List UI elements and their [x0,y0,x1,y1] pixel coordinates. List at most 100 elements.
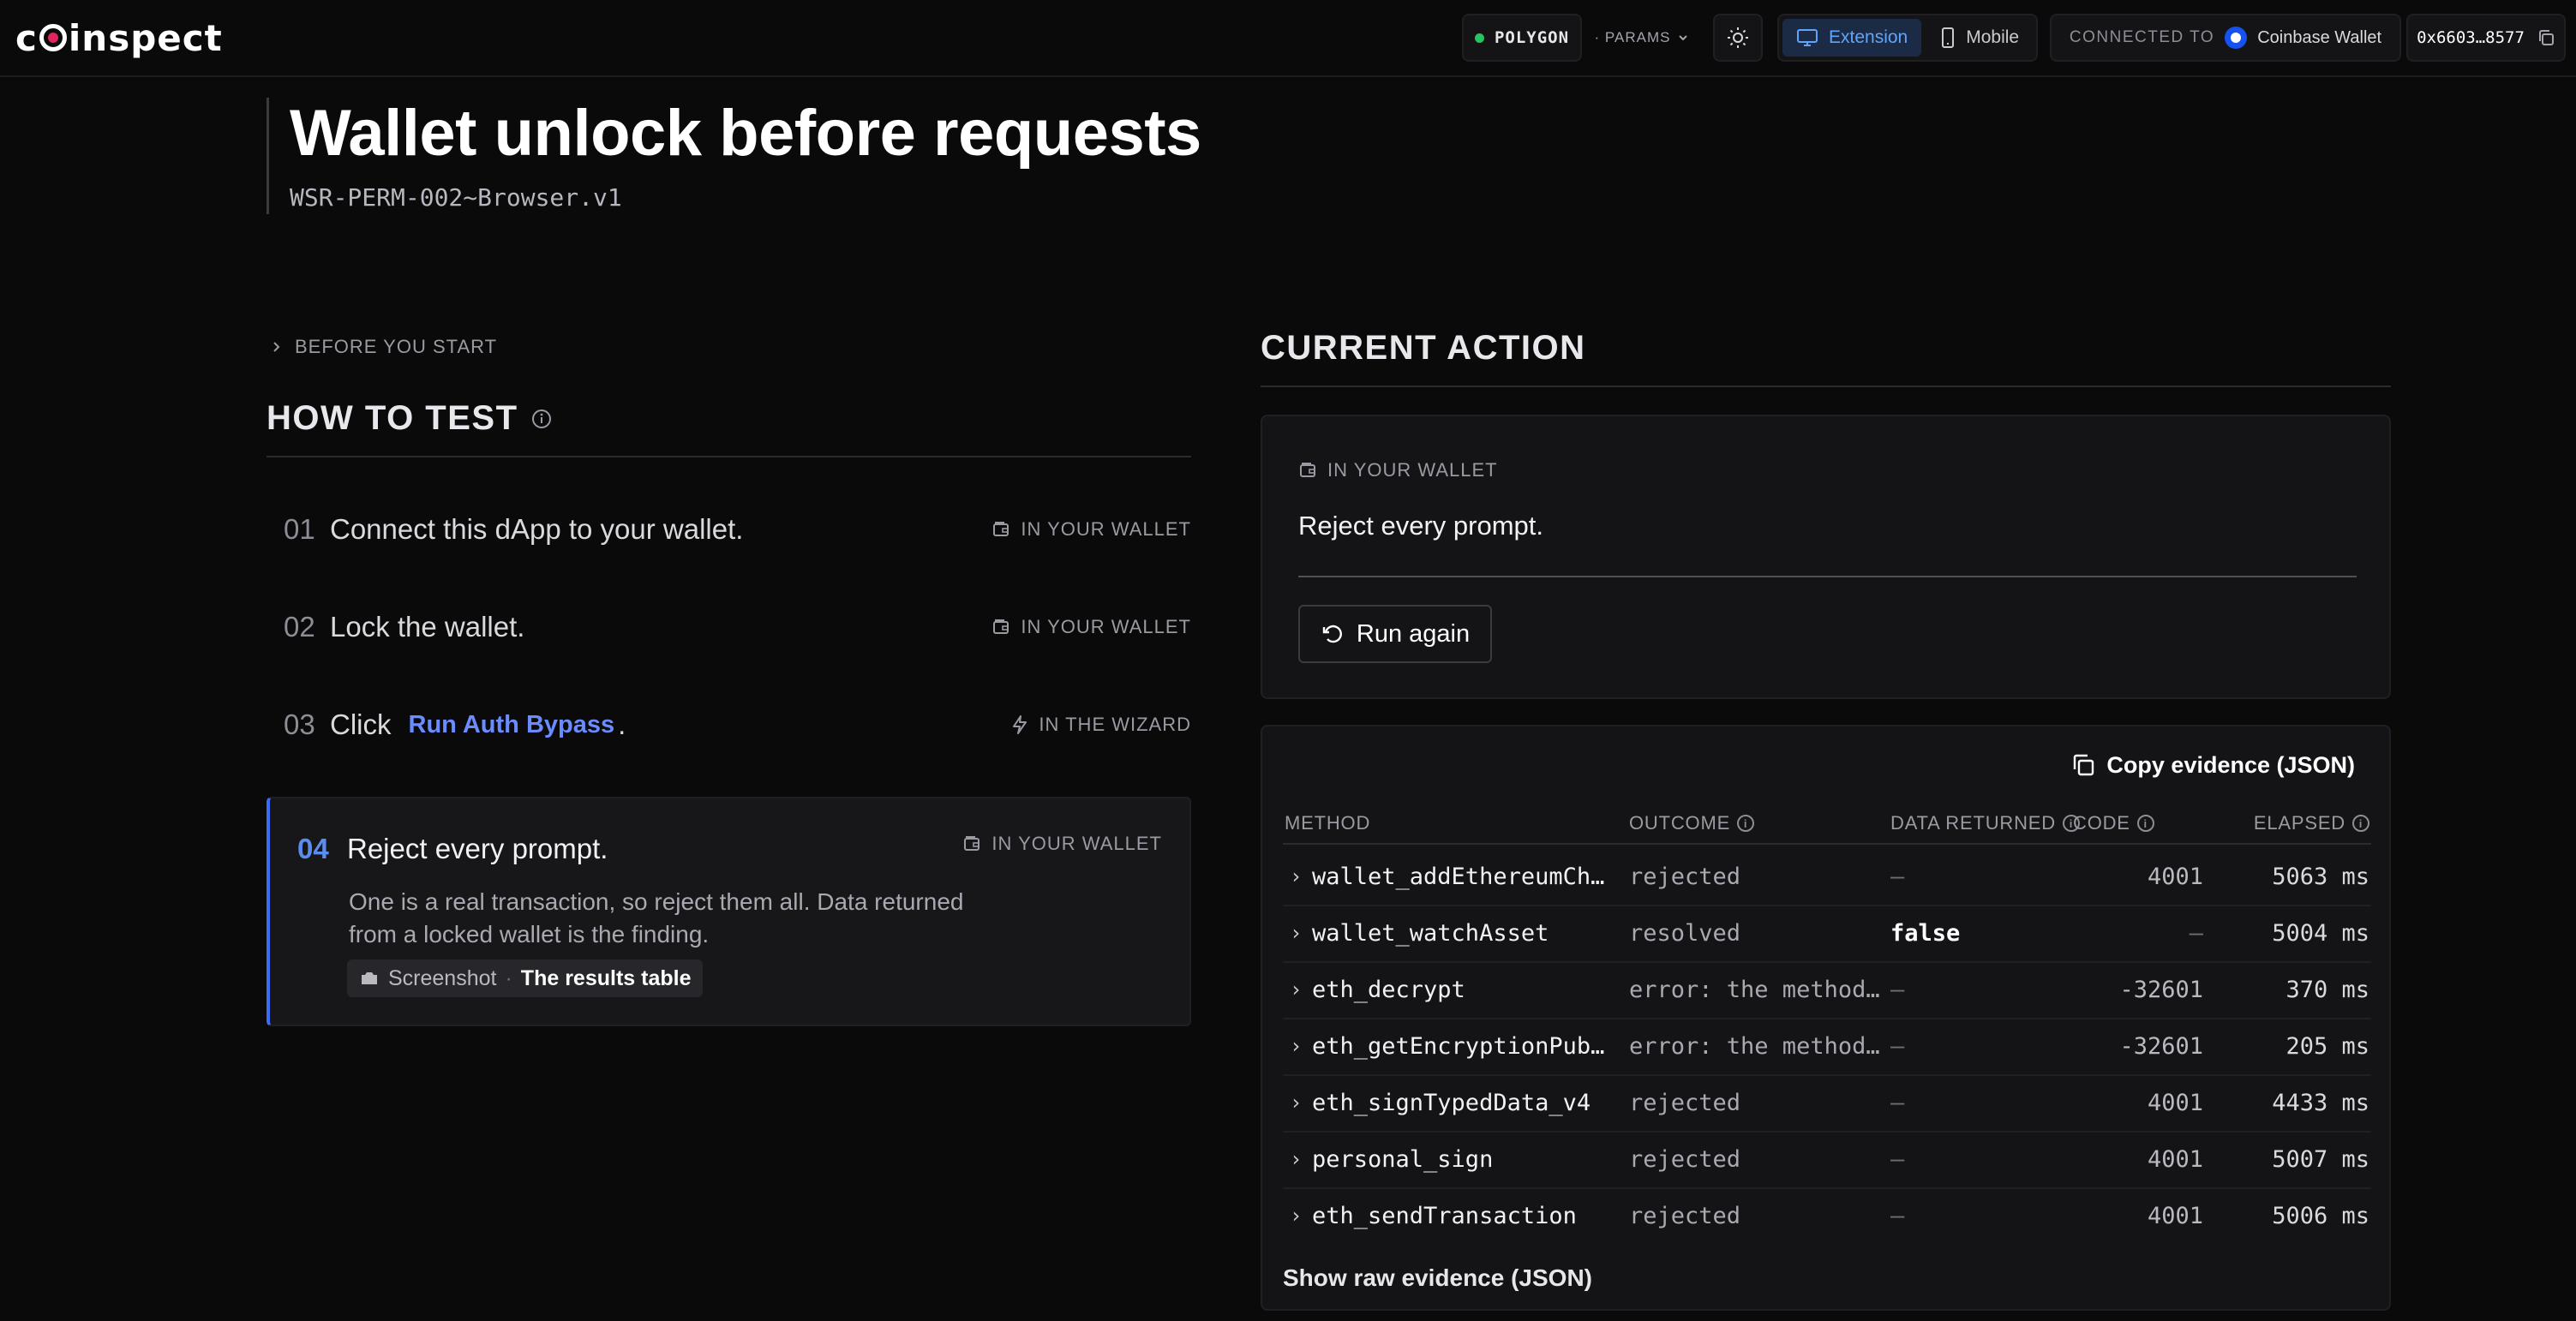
cell-code: — [2189,920,2203,947]
table-row[interactable]: › personal_sign rejected — 4001 5007 ms [1283,1133,2371,1189]
top-bar: c inspect POLYGON · PARAMS Extension Mob… [0,0,2576,77]
chevron-right-icon [273,342,280,352]
table-row[interactable]: › eth_signTypedData_v4 rejected — 4001 4… [1283,1076,2371,1133]
chevron-right-icon[interactable]: › [1290,1034,1302,1058]
action-tag-label: IN YOUR WALLET [1327,459,1498,481]
cell-code: -32601 [2119,1033,2203,1060]
cell-outcome: rejected [1629,1146,1741,1173]
cell-data-returned: — [1890,1146,1905,1173]
camera-icon [362,972,377,984]
cell-elapsed: 205 ms [2285,1033,2369,1060]
column-header-outcome: OUTCOME i [1629,812,1755,834]
cell-elapsed: 370 ms [2285,977,2369,1003]
table-row[interactable]: › wallet_addEthereumChain rejected — 400… [1283,850,2371,906]
mode-mobile-button[interactable]: Mobile [1926,19,2033,57]
chevron-down-icon [1679,35,1688,41]
chevron-right-icon[interactable]: › [1290,921,1302,945]
info-icon[interactable] [530,408,553,430]
wallet-icon [1300,463,1315,477]
network-selector[interactable]: POLYGON [1462,14,1582,62]
before-you-start-toggle[interactable]: BEFORE YOU START [271,336,497,358]
info-icon[interactable]: i [1737,815,1755,832]
chevron-right-icon[interactable]: › [1290,1147,1302,1171]
step-location-tag: IN THE WIZARD [1011,714,1191,736]
mode-switcher: Extension Mobile [1777,14,2038,62]
cell-elapsed: 5063 ms [2272,864,2369,890]
connected-to-label: CONNECTED TO [2069,28,2215,46]
step-number: 04 [297,833,329,864]
sun-icon [1728,27,1748,48]
network-status-icon [1474,33,1484,43]
wallet-connection[interactable]: CONNECTED TO Coinbase Wallet [2050,14,2401,62]
step-location-tag: IN YOUR WALLET [991,616,1191,638]
cell-code: 4001 [2147,864,2203,890]
step-tag-label: IN YOUR WALLET [991,833,1162,854]
column-header-elapsed: ELAPSED i [2254,812,2369,834]
cell-elapsed: 4433 ms [2272,1090,2369,1116]
info-icon[interactable]: i [2352,815,2369,832]
table-row[interactable]: › eth_getEncryptionPublicKey error: the … [1283,1019,2371,1076]
cell-outcome: resolved [1629,920,1741,947]
table-row[interactable]: › wallet_watchAsset resolved false — 500… [1283,906,2371,963]
action-divider [1298,576,2357,577]
params-label: · PARAMS [1594,29,1671,45]
cell-method: eth_sendTransaction [1312,1203,1577,1229]
cell-code: 4001 [2147,1203,2203,1229]
logo-letters: inspect [68,16,223,59]
cell-code: 4001 [2147,1090,2203,1116]
column-header-method: METHOD [1285,812,1371,834]
cell-method: eth_decrypt [1312,977,1465,1003]
coinspect-logo[interactable]: c inspect [15,16,223,59]
step-text: Lock the wallet. [330,611,525,643]
wallet-icon [993,619,1009,634]
cell-elapsed: 5004 ms [2272,920,2369,947]
chevron-right-icon[interactable]: › [1290,1091,1302,1115]
cell-method: personal_sign [1312,1146,1494,1173]
step-number: 02 [284,611,315,643]
step-02: 02 Lock the wallet. IN YOUR WALLET [267,584,1191,670]
mode-extension-button[interactable]: Extension [1782,19,1922,57]
chevron-right-icon[interactable]: › [1290,977,1302,1001]
action-instruction: Reject every prompt. [1298,511,1543,541]
chevron-right-icon[interactable]: › [1290,1204,1302,1228]
run-auth-bypass-link[interactable]: Run Auth Bypass [409,711,615,739]
copy-icon [2538,30,2554,45]
step-tag-label: IN YOUR WALLET [1021,518,1191,540]
wallet-name: Coinbase Wallet [2257,27,2382,47]
step-03: 03 Click Run Auth Bypass . IN THE WIZARD [267,682,1191,768]
cell-outcome: rejected [1629,1090,1741,1116]
wallet-icon [993,522,1009,536]
table-row[interactable]: › eth_sendTransaction rejected — 4001 50… [1283,1189,2371,1246]
run-again-button[interactable]: Run again [1298,605,1492,663]
copy-evidence-button[interactable]: Copy evidence (JSON) [2070,745,2355,785]
step-04-active: 04 Reject every prompt. IN YOUR WALLET O… [267,797,1191,1026]
cell-method: wallet_watchAsset [1312,920,1549,947]
mode-extension-label: Extension [1829,27,1908,47]
chevron-right-icon[interactable]: › [1290,864,1302,888]
table-row[interactable]: › eth_decrypt error: the method does not… [1283,963,2371,1019]
monitor-icon [1797,29,1818,46]
info-icon[interactable]: i [2136,815,2154,832]
copy-evidence-label: Copy evidence (JSON) [2106,751,2355,778]
show-raw-evidence-link[interactable]: Show raw evidence (JSON) [1283,1264,1592,1292]
wallet-address: 0x6603…8577 [2417,28,2525,47]
theme-toggle-button[interactable] [1713,14,1763,62]
before-you-start-label: BEFORE YOU START [295,336,498,357]
chip-value: The results table [520,965,692,990]
params-dropdown[interactable]: · PARAMS [1587,14,1697,62]
chip-label: Screenshot [388,965,497,990]
cell-code: 4001 [2147,1146,2203,1173]
cell-method: wallet_addEthereumChain [1312,864,1617,890]
cell-data-returned: — [1890,1090,1905,1116]
address-copy-button[interactable]: 0x6603…8577 [2406,14,2566,62]
page-title: Wallet unlock before requests [290,97,1201,170]
cell-elapsed: 5007 ms [2272,1146,2369,1173]
cell-data-returned: — [1890,864,1905,890]
column-header-data-returned: DATA RETURNED i [1890,812,2080,834]
cell-method: eth_getEncryptionPublicKey [1312,1033,1617,1060]
step-01: 01 Connect this dApp to your wallet. IN … [267,487,1191,572]
current-action-heading: CURRENT ACTION [1261,329,1586,367]
how-to-test-heading: HOW TO TEST [267,399,553,438]
screenshot-chip[interactable]: Screenshot · The results table [347,959,704,997]
step-number: 03 [284,708,315,740]
